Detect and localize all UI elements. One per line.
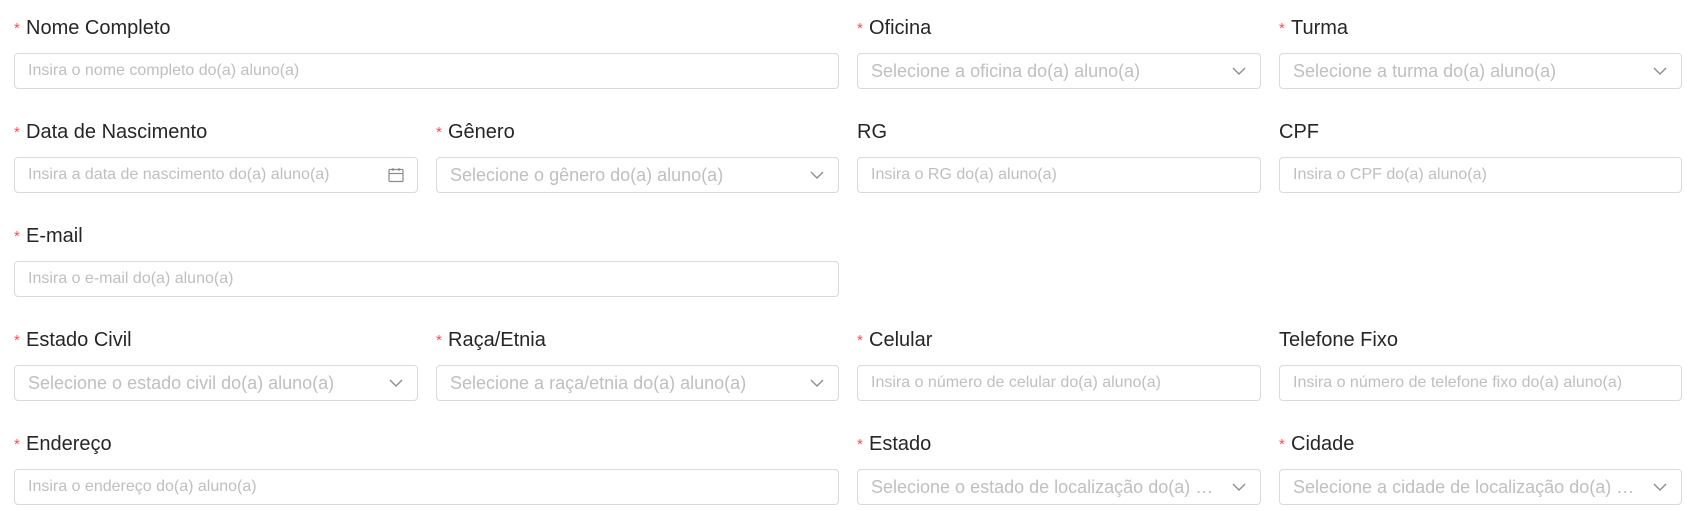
nome-completo-input[interactable] — [15, 54, 838, 88]
chevron-down-icon — [1230, 62, 1248, 80]
genero-field: * Gênero Selecione o gênero do(a) aluno(a… — [436, 119, 839, 194]
endereco-label: * Endereço — [14, 431, 112, 457]
estado-civil-select-placeholder: Selecione o estado civil do(a) aluno(a) — [28, 373, 335, 393]
estado-label: * Estado — [857, 431, 931, 457]
endereco-input-wrapper — [14, 469, 839, 505]
data-nascimento-label: * Data de Nascimento — [14, 119, 207, 145]
cpf-input[interactable] — [1280, 158, 1681, 192]
cpf-field: CPF — [1279, 119, 1682, 194]
raca-etnia-select-placeholder: Selecione a raça/etnia do(a) aluno(a) — [450, 373, 747, 393]
turma-field: * Turma Selecione a turma do(a) aluno(a) — [1279, 15, 1682, 90]
estado-civil-select[interactable]: Selecione o estado civil do(a) aluno(a) — [14, 365, 418, 401]
required-marker: * — [1279, 436, 1285, 453]
cpf-label: CPF — [1279, 121, 1319, 143]
nome-completo-field: * Nome Completo — [14, 15, 839, 90]
raca-etnia-select[interactable]: Selecione a raça/etnia do(a) aluno(a) — [436, 365, 839, 401]
telefone-fixo-input-wrapper — [1279, 365, 1682, 401]
required-marker: * — [436, 332, 442, 349]
estado-field: * Estado Selecione o estado de localizaçã… — [857, 431, 1261, 506]
chevron-down-icon — [1651, 478, 1669, 496]
nome-completo-label: * Nome Completo — [14, 15, 171, 41]
rg-field: RG — [857, 119, 1261, 194]
data-nascimento-field: * Data de Nascimento — [14, 119, 418, 194]
required-marker: * — [857, 332, 863, 349]
required-marker: * — [14, 20, 20, 37]
rg-input[interactable] — [858, 158, 1260, 192]
turma-select[interactable]: Selecione a turma do(a) aluno(a) — [1279, 53, 1682, 89]
celular-input-wrapper — [857, 365, 1261, 401]
telefone-fixo-input[interactable] — [1280, 366, 1681, 400]
data-nascimento-picker[interactable] — [14, 157, 418, 193]
rg-label: RG — [857, 121, 887, 143]
cpf-input-wrapper — [1279, 157, 1682, 193]
cidade-field: * Cidade Selecione a cidade de localizaçã… — [1279, 431, 1682, 506]
cidade-select[interactable]: Selecione a cidade de localização do(a) … — [1279, 469, 1682, 505]
genero-select-placeholder: Selecione o gênero do(a) aluno(a) — [450, 165, 724, 185]
required-marker: * — [14, 436, 20, 453]
chevron-down-icon — [387, 374, 405, 392]
required-marker: * — [857, 436, 863, 453]
chevron-down-icon — [808, 374, 826, 392]
chevron-down-icon — [1230, 478, 1248, 496]
genero-label: * Gênero — [436, 119, 515, 145]
oficina-field: * Oficina Selecione a oficina do(a) aluno… — [857, 15, 1261, 90]
cidade-label: * Cidade — [1279, 431, 1354, 457]
calendar-icon[interactable] — [387, 166, 405, 184]
rg-input-wrapper — [857, 157, 1261, 193]
endereco-input[interactable] — [15, 470, 838, 504]
raca-etnia-field: * Raça/Etnia Selecione a raça/etnia do(a)… — [436, 327, 839, 402]
email-input-wrapper — [14, 261, 839, 297]
telefone-fixo-field: Telefone Fixo — [1279, 327, 1682, 402]
required-marker: * — [14, 124, 20, 141]
estado-select-placeholder: Selecione o estado de localização do(a) … — [871, 477, 1220, 497]
nome-completo-input-wrapper — [14, 53, 839, 89]
required-marker: * — [14, 332, 20, 349]
required-marker: * — [14, 228, 20, 245]
required-marker: * — [857, 20, 863, 37]
required-marker: * — [436, 124, 442, 141]
chevron-down-icon — [1651, 62, 1669, 80]
genero-select[interactable]: Selecione o gênero do(a) aluno(a) — [436, 157, 839, 193]
data-nascimento-input[interactable] — [15, 158, 417, 192]
celular-label: * Celular — [857, 327, 932, 353]
email-field: * E-mail — [14, 223, 839, 298]
telefone-fixo-label: Telefone Fixo — [1279, 329, 1398, 351]
turma-label: * Turma — [1279, 15, 1348, 41]
student-form: *Nome Completo *Oficina Selecione a ofic… — [0, 0, 1695, 511]
celular-input[interactable] — [858, 366, 1260, 400]
turma-select-placeholder: Selecione a turma do(a) aluno(a) — [1293, 61, 1557, 81]
oficina-label: * Oficina — [857, 15, 931, 41]
celular-field: * Celular — [857, 327, 1261, 402]
oficina-select-placeholder: Selecione a oficina do(a) aluno(a) — [871, 61, 1141, 81]
email-input[interactable] — [15, 262, 838, 296]
raca-etnia-label: * Raça/Etnia — [436, 327, 546, 353]
estado-civil-label: * Estado Civil — [14, 327, 132, 353]
chevron-down-icon — [808, 166, 826, 184]
cidade-select-placeholder: Selecione a cidade de localização do(a) … — [1293, 477, 1641, 497]
estado-select[interactable]: Selecione o estado de localização do(a) … — [857, 469, 1261, 505]
email-label: * E-mail — [14, 223, 83, 249]
required-marker: * — [1279, 20, 1285, 37]
oficina-select[interactable]: Selecione a oficina do(a) aluno(a) — [857, 53, 1261, 89]
estado-civil-field: * Estado Civil Selecione o estado civil d… — [14, 327, 418, 402]
endereco-field: * Endereço — [14, 431, 839, 506]
